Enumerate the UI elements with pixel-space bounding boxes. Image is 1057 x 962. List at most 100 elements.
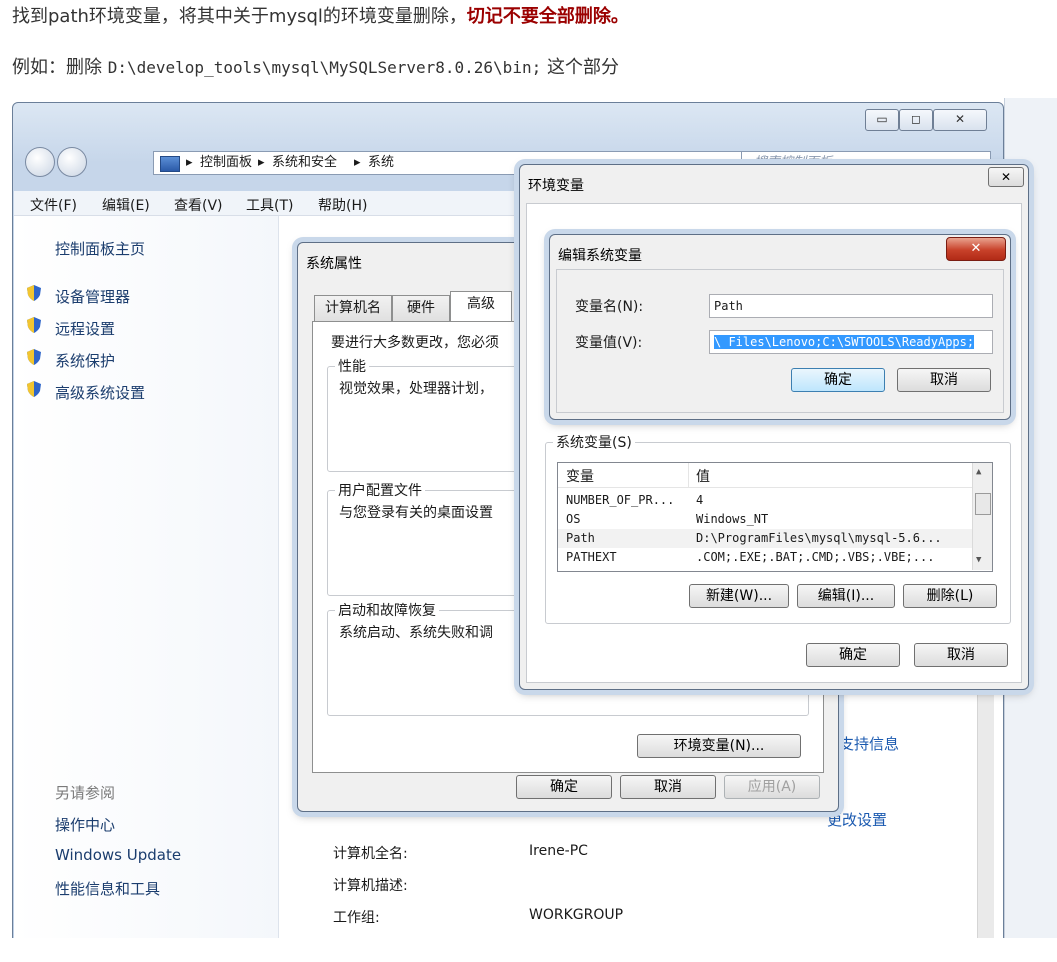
edit-cancel-button[interactable]: 取消 [897, 368, 991, 392]
sidebar-item-advanced[interactable]: 高级系统设置 [55, 382, 145, 403]
breadcrumb-arrow-icon: ▸ [354, 155, 361, 170]
change-settings-link[interactable]: 更改设置 [827, 809, 887, 830]
table-row[interactable]: OS Windows_NT [558, 510, 972, 529]
example-prefix: 例如：删除 [12, 57, 108, 78]
edit-close-button[interactable]: ✕ [946, 237, 1006, 261]
see-also-action-center[interactable]: 操作中心 [55, 814, 115, 835]
sidebar-home-link[interactable]: 控制面板主页 [55, 238, 145, 259]
support-info-link[interactable]: 支持信息 [839, 733, 899, 754]
shield-icon [27, 381, 41, 397]
var-name: PATHEXT [566, 550, 617, 564]
sidebar-item-device-manager[interactable]: 设备管理器 [55, 286, 130, 307]
var-value: 4 [696, 493, 704, 507]
forward-button[interactable] [57, 147, 87, 177]
sysprops-ok-button[interactable]: 确定 [516, 775, 612, 799]
edit-content: 变量名(N): Path 变量值(V): \ Files\Lenovo;C:\S… [556, 269, 1004, 413]
example-suffix: 这个部分 [541, 57, 619, 78]
var-name-label: 变量名(N): [575, 299, 644, 315]
list-scrollbar[interactable]: ▲ ▼ [972, 463, 992, 570]
dialog-title: 编辑系统变量 [558, 248, 642, 264]
scroll-thumb[interactable] [975, 493, 991, 515]
selected-text: \ Files\Lenovo;C:\SWTOOLS\ReadyApps; [714, 335, 975, 349]
var-name: Path [566, 531, 595, 545]
var-name: OS [566, 512, 581, 526]
performance-text: 视觉效果，处理器计划， [339, 381, 493, 397]
workgroup-label: 工作组: [333, 910, 380, 926]
breadcrumb-control-panel[interactable]: 控制面板 [200, 152, 252, 174]
shield-icon [27, 349, 41, 365]
control-panel-icon [160, 156, 180, 172]
column-divider [688, 463, 689, 487]
instruction-warning: 切记不要全部删除。 [466, 6, 629, 27]
edit-ok-button[interactable]: 确定 [791, 368, 885, 392]
var-value: Windows_NT [696, 512, 769, 526]
dialog-title: 环境变量 [528, 178, 584, 194]
instruction-line: 找到path环境变量，将其中关于mysql的环境变量删除，切记不要全部删除。 [12, 2, 629, 28]
user-profile-text: 与您登录有关的桌面设置 [339, 505, 493, 521]
dialog-title: 系统属性 [306, 256, 362, 272]
performance-label: 性能 [335, 356, 369, 376]
breadcrumb-system[interactable]: 系统 [368, 152, 394, 174]
var-value: .COM;.EXE;.BAT;.CMD;.VBS;.VBE;... [696, 550, 935, 564]
breadcrumb-security[interactable]: 系统和安全 [272, 152, 337, 174]
environment-variables-button[interactable]: 环境变量(N)... [637, 734, 801, 758]
env-close-button[interactable]: ✕ [988, 167, 1024, 187]
menu-view[interactable]: 查看(V) [174, 195, 223, 215]
maximize-button[interactable]: ◻ [899, 109, 933, 131]
sidebar-item-protection[interactable]: 系统保护 [55, 350, 115, 371]
table-row[interactable]: NUMBER_OF_PR... 4 [558, 491, 972, 510]
table-row[interactable]: PATHEXT .COM;.EXE;.BAT;.CMD;.VBS;.VBE;..… [558, 548, 972, 567]
instruction-text: 找到path环境变量，将其中关于mysql的环境变量删除， [12, 6, 467, 27]
system-vars-label: 系统变量(S) [553, 432, 635, 452]
scroll-up-icon[interactable]: ▲ [976, 467, 981, 477]
tab-computer-name[interactable]: 计算机名 [314, 295, 392, 321]
example-path: D:\develop_tools\mysql\MySQLServer8.0.26… [107, 58, 542, 77]
var-value: D:\ProgramFiles\mysql\mysql-5.6... [696, 531, 942, 545]
sidebar-item-remote[interactable]: 远程设置 [55, 318, 115, 339]
edit-variable-button[interactable]: 编辑(I)... [797, 584, 895, 608]
close-window-button[interactable]: ✕ [933, 109, 987, 131]
menu-file[interactable]: 文件(F) [30, 195, 77, 215]
startup-text: 系统启动、系统失败和调 [339, 625, 493, 641]
new-variable-button[interactable]: 新建(W)... [689, 584, 789, 608]
computer-fullname-value: Irene-PC [529, 843, 588, 859]
var-value-label: 变量值(V): [575, 335, 643, 351]
var-name-input[interactable]: Path [709, 294, 993, 318]
env-cancel-button[interactable]: 取消 [914, 643, 1008, 667]
env-ok-button[interactable]: 确定 [806, 643, 900, 667]
see-also-performance[interactable]: 性能信息和工具 [55, 878, 160, 899]
workgroup-value: WORKGROUP [529, 907, 624, 923]
list-header: 变量 值 [558, 463, 972, 488]
scroll-down-icon[interactable]: ▼ [976, 555, 981, 565]
computer-description-label: 计算机描述: [333, 878, 408, 894]
admin-note: 要进行大多数更改，您必须 [331, 335, 499, 351]
see-also-windows-update[interactable]: Windows Update [55, 846, 181, 864]
breadcrumb-arrow-icon: ▸ [258, 155, 265, 170]
menu-help[interactable]: 帮助(H) [318, 195, 367, 215]
delete-variable-button[interactable]: 删除(L) [903, 584, 997, 608]
example-line: 例如：删除 D:\develop_tools\mysql\MySQLServer… [12, 53, 619, 79]
var-value-input[interactable]: \ Files\Lenovo;C:\SWTOOLS\ReadyApps; [709, 330, 993, 354]
var-name: NUMBER_OF_PR... [566, 493, 675, 507]
menu-edit[interactable]: 编辑(E) [102, 195, 150, 215]
see-also-heading: 另请参阅 [55, 784, 116, 802]
left-pane: 控制面板主页 设备管理器 远程设置 系统保护 高级系统设置 另请参阅 操作中心 … [14, 216, 279, 938]
tab-advanced[interactable]: 高级 [450, 291, 512, 321]
table-row[interactable]: Path D:\ProgramFiles\mysql\mysql-5.6... [558, 529, 972, 548]
tab-hardware[interactable]: 硬件 [392, 295, 450, 321]
back-button[interactable] [25, 147, 55, 177]
minimize-button[interactable]: ▭ [865, 109, 899, 131]
edit-system-variable-dialog: 编辑系统变量 ✕ 变量名(N): Path 变量值(V): \ Files\Le… [549, 234, 1011, 420]
sysprops-cancel-button[interactable]: 取消 [620, 775, 716, 799]
user-profile-label: 用户配置文件 [335, 480, 425, 500]
breadcrumb-arrow-icon: ▸ [186, 155, 193, 170]
menu-tools[interactable]: 工具(T) [246, 195, 293, 215]
computer-fullname-label: 计算机全名: [333, 846, 408, 862]
system-vars-list[interactable]: 变量 值 NUMBER_OF_PR... 4 OS Windows_NT Pat… [557, 462, 993, 572]
screenshot: ▭ ◻ ✕ ▸ 控制面板 ▸ 系统和安全 ▸ 系统 搜索控制面板 文件(F) 编… [12, 98, 1057, 938]
column-value[interactable]: 值 [696, 466, 710, 486]
sysprops-apply-button: 应用(A) [724, 775, 820, 799]
column-variable[interactable]: 变量 [566, 466, 594, 486]
shield-icon [27, 285, 41, 301]
shield-icon [27, 317, 41, 333]
